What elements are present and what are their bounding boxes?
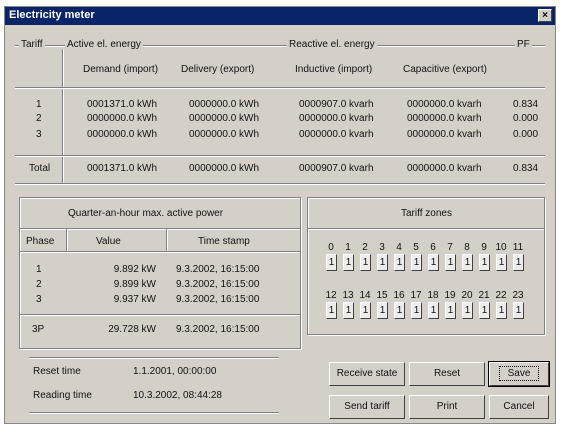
save-button-label: Save bbox=[498, 366, 540, 381]
tariff-hour-label: 17 bbox=[410, 290, 422, 301]
tariff-hour-label: 14 bbox=[359, 290, 371, 301]
active-energy-header: Active el. energy bbox=[65, 39, 143, 50]
tariff-zone-button[interactable]: 1 bbox=[513, 254, 524, 271]
max-power-group: Quarter-an-hour max. active power Phase … bbox=[19, 197, 301, 349]
tariff-hour-label: 7 bbox=[447, 242, 453, 253]
tariff-zone-button[interactable]: 1 bbox=[462, 302, 473, 319]
tariff-hour-label: 4 bbox=[396, 242, 402, 253]
tariff-hour-label: 10 bbox=[495, 242, 507, 253]
tariff-zone-button[interactable]: 1 bbox=[360, 254, 371, 271]
col-capacitive: Capacitive (export) bbox=[403, 64, 487, 75]
tariff-zone-button[interactable]: 1 bbox=[377, 254, 388, 271]
tariff-hour-label: 21 bbox=[478, 290, 490, 301]
tariff-hour-label: 12 bbox=[325, 290, 337, 301]
col-timestamp: Time stamp bbox=[198, 236, 250, 247]
max-power-title: Quarter-an-hour max. active power bbox=[68, 208, 224, 219]
receive-state-button[interactable]: Receive state bbox=[329, 362, 405, 386]
send-tariff-button[interactable]: Send tariff bbox=[329, 395, 405, 419]
electricity-meter-window: Electricity meter × Tariff Active el. en… bbox=[4, 6, 556, 424]
tariff-zone-button[interactable]: 1 bbox=[496, 254, 507, 271]
tariff-zone-button[interactable]: 1 bbox=[360, 302, 371, 319]
tariff-zone-button[interactable]: 1 bbox=[394, 254, 405, 271]
reset-time-value: 1.1.2001, 00:00:00 bbox=[133, 366, 217, 377]
tariff-zone-button[interactable]: 1 bbox=[445, 302, 456, 319]
tariff-zone-button[interactable]: 1 bbox=[411, 302, 422, 319]
window-title: Electricity meter bbox=[9, 9, 95, 21]
pf-header: PF bbox=[515, 39, 532, 50]
tariff-header: Tariff bbox=[19, 39, 45, 50]
tariff-hour-label: 1 bbox=[345, 242, 351, 253]
tariff-hour-label: 0 bbox=[328, 242, 334, 253]
tariff-zone-button[interactable]: 1 bbox=[343, 254, 354, 271]
tariff-hour-label: 16 bbox=[393, 290, 405, 301]
print-button[interactable]: Print bbox=[409, 395, 485, 419]
reset-time-label: Reset time bbox=[33, 366, 81, 377]
tariff-zone-button[interactable]: 1 bbox=[479, 302, 490, 319]
title-bar: Electricity meter × bbox=[5, 7, 555, 25]
tariff-hour-label: 3 bbox=[379, 242, 385, 253]
tariff-zone-button[interactable]: 1 bbox=[479, 254, 490, 271]
tariff-hour-label: 11 bbox=[512, 242, 524, 253]
tariff-hour-label: 9 bbox=[481, 242, 487, 253]
tariff-zone-button[interactable]: 1 bbox=[513, 302, 524, 319]
tariff-hour-label: 2 bbox=[362, 242, 368, 253]
save-button[interactable]: Save bbox=[488, 361, 550, 387]
col-delivery: Delivery (export) bbox=[181, 64, 255, 75]
reading-time-label: Reading time bbox=[33, 390, 92, 401]
tariff-hour-label: 19 bbox=[444, 290, 456, 301]
reactive-energy-header: Reactive el. energy bbox=[287, 39, 377, 50]
tariff-zone-button[interactable]: 1 bbox=[428, 302, 439, 319]
cancel-button[interactable]: Cancel bbox=[489, 395, 549, 419]
tariff-zone-button[interactable]: 1 bbox=[411, 254, 422, 271]
tariff-hour-label: 22 bbox=[495, 290, 507, 301]
tariff-zone-button[interactable]: 1 bbox=[377, 302, 388, 319]
col-value: Value bbox=[96, 236, 121, 247]
tariff-hour-label: 20 bbox=[461, 290, 473, 301]
tariff-zone-button[interactable]: 1 bbox=[428, 254, 439, 271]
col-inductive: Inductive (import) bbox=[295, 64, 373, 75]
tariff-zone-button[interactable]: 1 bbox=[343, 302, 354, 319]
tariff-hour-label: 6 bbox=[430, 242, 436, 253]
tariff-hour-label: 18 bbox=[427, 290, 439, 301]
reset-button[interactable]: Reset bbox=[409, 362, 485, 386]
tariff-zones-group: Tariff zones 0 1 1 1 2 1 3 1 4 1 5 1 6 1 7 1 8 1 9 1 10 1 11 1 1… bbox=[307, 197, 545, 335]
col-phase: Phase bbox=[26, 236, 55, 247]
tariff-hour-label: 8 bbox=[464, 242, 470, 253]
reading-time-value: 10.3.2002, 08:44:28 bbox=[133, 390, 222, 401]
tariff-zone-button[interactable]: 1 bbox=[496, 302, 507, 319]
tariff-zone-button[interactable]: 1 bbox=[326, 302, 337, 319]
close-icon[interactable]: × bbox=[538, 9, 552, 22]
tariff-zone-button[interactable]: 1 bbox=[445, 254, 456, 271]
tariff-zone-button[interactable]: 1 bbox=[394, 302, 405, 319]
tariff-hour-label: 13 bbox=[342, 290, 354, 301]
tariff-zones-title: Tariff zones bbox=[401, 208, 452, 219]
col-demand: Demand (import) bbox=[83, 64, 159, 75]
tariff-hour-label: 5 bbox=[413, 242, 419, 253]
tariff-hour-label: 23 bbox=[512, 290, 524, 301]
tariff-hour-label: 15 bbox=[376, 290, 388, 301]
tariff-zone-button[interactable]: 1 bbox=[462, 254, 473, 271]
tariff-zone-button[interactable]: 1 bbox=[326, 254, 337, 271]
